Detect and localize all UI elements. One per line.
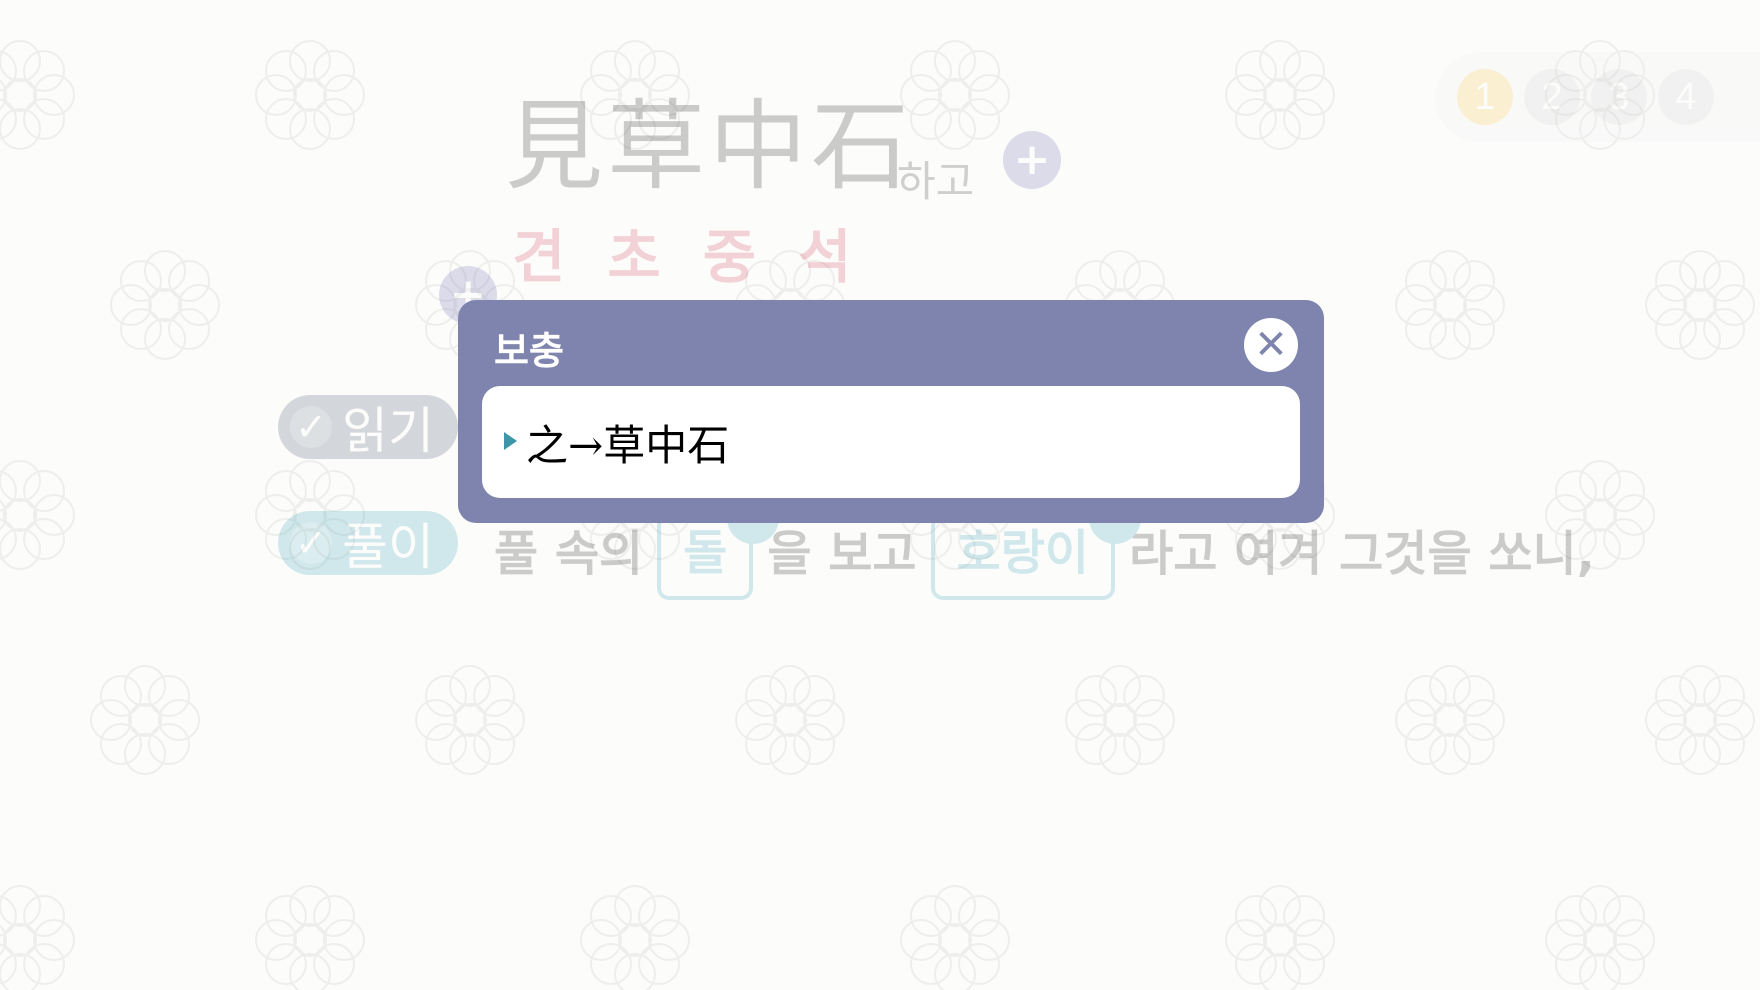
read-label: 읽기	[342, 402, 434, 460]
page-button-2[interactable]: 2	[1524, 69, 1580, 125]
checkmark-icon: ✓	[290, 521, 332, 565]
triangle-bullet-icon	[504, 432, 517, 450]
supplement-text: 之→草中石	[526, 421, 730, 470]
blank-2-text: 호랑이	[956, 525, 1090, 581]
sentence-part-2: 을 보고	[767, 526, 917, 582]
modal-content: 之→草中石	[482, 386, 1300, 498]
plus-icon: +	[1013, 134, 1051, 185]
page-button-3[interactable]: 3	[1591, 69, 1647, 125]
explanation-sentence: 풀 속의 돌 을 보고 호랑이 라고 여겨 그것을 쏘니,	[494, 492, 1595, 600]
page-button-1[interactable]: 1	[1457, 69, 1513, 125]
add-supplement-button[interactable]: +	[1003, 131, 1061, 189]
hanja-phrase: 見草中石	[505, 90, 914, 204]
sentence-part-1: 풀 속의	[494, 526, 644, 582]
explain-label: 풀이	[342, 518, 434, 576]
supplement-modal: 보충 ✕ 之→草中石	[458, 300, 1324, 523]
close-button[interactable]: ✕	[1244, 318, 1298, 372]
blank-1-text: 돌	[683, 525, 728, 581]
checkmark-icon: ✓	[290, 405, 332, 449]
explain-toggle-button[interactable]: ✓ 풀이	[278, 511, 458, 576]
phrase-reading: 견초중석	[512, 223, 894, 291]
page-button-4[interactable]: 4	[1658, 69, 1714, 125]
close-icon: ✕	[1254, 322, 1288, 368]
answer-blank-2[interactable]: 호랑이	[930, 492, 1142, 600]
answer-blank-1[interactable]: 돌	[657, 492, 780, 600]
sentence-part-3: 라고 여겨 그것을 쏘니,	[1129, 526, 1595, 582]
modal-title: 보충	[494, 329, 564, 373]
page-navigation: 1 2 3 4	[1435, 52, 1760, 142]
phrase-suffix: 하고	[897, 157, 975, 206]
read-toggle-button[interactable]: ✓ 읽기	[278, 395, 458, 460]
